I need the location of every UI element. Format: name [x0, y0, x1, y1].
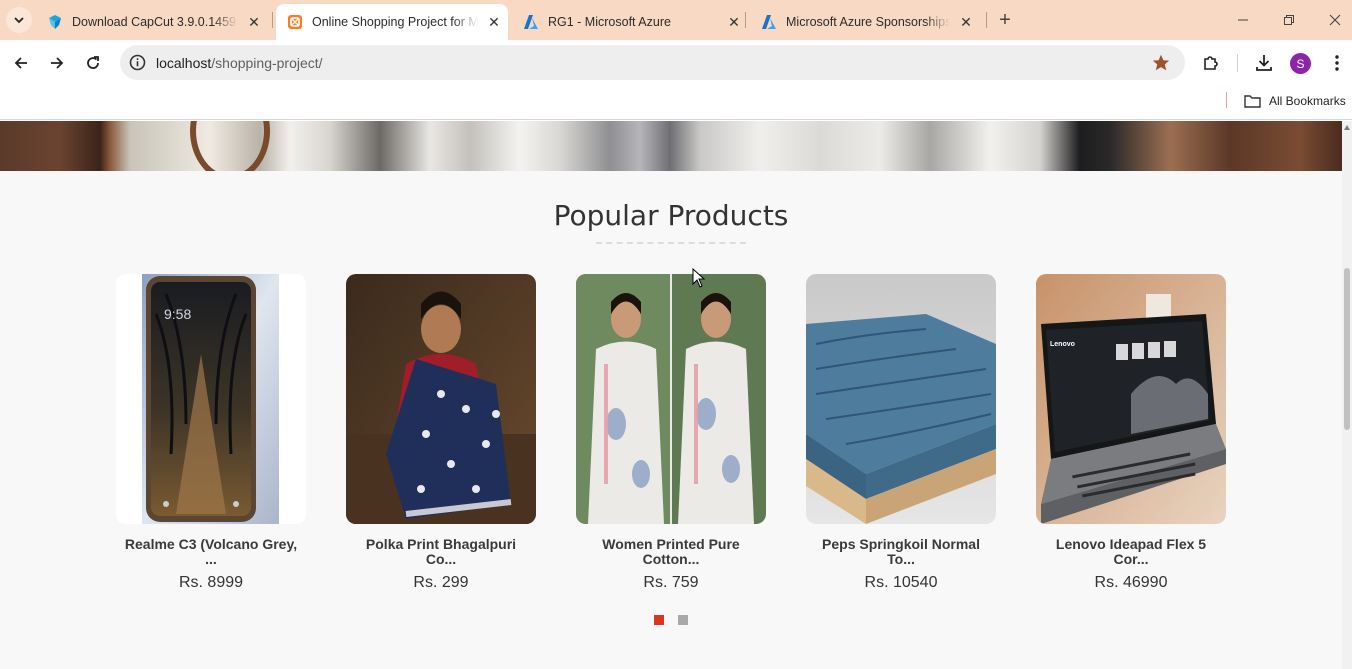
- hero-banner-image: [0, 121, 1342, 171]
- mouse-cursor-icon: [692, 268, 706, 288]
- product-image-saree[interactable]: [346, 274, 536, 524]
- page-scrollbar[interactable]: [1342, 121, 1352, 669]
- svg-text:Lenovo: Lenovo: [1050, 341, 1075, 348]
- tab-rg1-azure[interactable]: RG1 - Microsoft Azure ✕: [508, 4, 744, 40]
- product-name-line: Cotton...: [642, 552, 700, 567]
- product-card[interactable]: 9:58 Realme C3 (Volcano Grey, ... Rs. 89…: [116, 274, 306, 592]
- tab-divider: [986, 12, 987, 28]
- product-price: Rs. 10540: [864, 574, 938, 591]
- product-card[interactable]: Peps Springkoil Normal To... Rs. 10540: [806, 274, 996, 592]
- chevron-down-icon: [14, 17, 24, 24]
- tab-title: Microsoft Azure Sponsorships |: [786, 15, 950, 29]
- azure-icon: [522, 13, 540, 31]
- info-icon[interactable]: [129, 54, 146, 71]
- arrow-right-icon: [51, 57, 64, 69]
- product-name-line: Polka Print Bhagalpuri: [365, 537, 517, 552]
- profile-avatar[interactable]: S: [1290, 53, 1311, 74]
- back-button[interactable]: [9, 51, 33, 75]
- browser-toolbar: localhost/shopping-project/ S: [0, 40, 1352, 86]
- product-card[interactable]: Women Printed Pure Cotton... Rs. 759: [576, 274, 766, 592]
- tab-divider: [272, 12, 273, 28]
- product-image-kurta[interactable]: [576, 274, 766, 524]
- tab-capcut[interactable]: Download CapCut 3.9.0.1459 for ✕: [32, 4, 272, 40]
- downloads-button[interactable]: [1253, 52, 1275, 74]
- tab-search-button[interactable]: [6, 7, 32, 33]
- product-name-line: Women Printed Pure: [602, 537, 740, 552]
- product-name[interactable]: Lenovo Ideapad Flex 5 Cor...: [1036, 537, 1226, 567]
- url-path: /shopping-project/: [211, 55, 323, 71]
- more-vert-icon: [1335, 55, 1339, 71]
- url-host: localhost: [156, 55, 212, 71]
- extensions-button[interactable]: [1200, 52, 1222, 74]
- product-price: Rs. 299: [413, 574, 469, 591]
- capcut-icon: [46, 13, 64, 31]
- tab-shopping-project[interactable]: Online Shopping Project for Mc ✕: [276, 4, 508, 40]
- product-image-phone[interactable]: 9:58: [116, 274, 306, 524]
- xampp-icon: [286, 13, 304, 31]
- tab-title: Online Shopping Project for Mc: [312, 15, 478, 29]
- download-icon: [1256, 55, 1272, 71]
- hero-mirror-shape: [190, 121, 270, 171]
- forward-button[interactable]: [45, 51, 69, 75]
- product-card[interactable]: Lenovo Lenovo Ideapad Flex 5 Cor... Rs. …: [1036, 274, 1226, 592]
- tab-title: Download CapCut 3.9.0.1459 for: [72, 15, 238, 29]
- tab-title: RG1 - Microsoft Azure: [548, 15, 671, 29]
- restore-button[interactable]: [1279, 10, 1299, 30]
- product-price: Rs. 46990: [1094, 574, 1168, 591]
- folder-icon: [1244, 95, 1261, 108]
- product-image-mattress[interactable]: [806, 274, 996, 524]
- close-icon[interactable]: ✕: [486, 14, 502, 30]
- product-name-line: To...: [887, 552, 915, 567]
- carousel-dot-2[interactable]: [678, 615, 688, 625]
- product-name-line: Realme C3 (Volcano Grey,: [124, 537, 298, 552]
- scroll-up-arrow-icon[interactable]: [1344, 125, 1350, 130]
- close-icon[interactable]: ✕: [726, 14, 742, 30]
- tab-azure-sponsorships[interactable]: Microsoft Azure Sponsorships | ✕: [746, 4, 982, 40]
- address-bar[interactable]: localhost/shopping-project/: [120, 45, 1185, 80]
- reload-button[interactable]: [81, 51, 105, 75]
- section-title: Popular Products: [553, 199, 789, 232]
- product-price: Rs. 8999: [178, 574, 244, 591]
- tab-strip: Download CapCut 3.9.0.1459 for ✕ Online …: [0, 0, 1352, 40]
- arrow-left-icon: [14, 57, 27, 69]
- reload-icon: [87, 56, 99, 69]
- azure-icon: [760, 13, 778, 31]
- bookmark-star-icon[interactable]: [1151, 53, 1171, 73]
- svg-text:9:58: 9:58: [164, 306, 191, 322]
- all-bookmarks-button[interactable]: All Bookmarks: [1244, 92, 1346, 110]
- product-name-line: ...: [205, 552, 217, 567]
- product-name-line: Co...: [425, 552, 457, 567]
- product-name-line: Cor...: [1113, 552, 1149, 567]
- minimize-button[interactable]: [1233, 10, 1253, 30]
- product-name[interactable]: Realme C3 (Volcano Grey, ...: [116, 537, 306, 567]
- restore-icon: [1284, 15, 1294, 25]
- product-image-laptop[interactable]: Lenovo: [1036, 274, 1226, 524]
- product-price: Rs. 759: [643, 574, 699, 591]
- bookmarks-divider: [1226, 92, 1227, 108]
- toolbar-divider: [1237, 54, 1238, 72]
- carousel-dot-1[interactable]: [654, 615, 664, 625]
- page-content: Popular Products 9:58 Realme C3 (Volcano…: [0, 121, 1342, 669]
- product-name-line: Lenovo Ideapad Flex 5: [1055, 537, 1207, 552]
- minimize-icon: [1238, 19, 1248, 21]
- carousel-pagination: [654, 615, 688, 625]
- product-card[interactable]: Polka Print Bhagalpuri Co... Rs. 299: [346, 274, 536, 592]
- close-icon: [1329, 14, 1341, 26]
- close-icon[interactable]: ✕: [958, 14, 974, 30]
- product-name[interactable]: Women Printed Pure Cotton...: [576, 537, 766, 567]
- plus-icon: +: [999, 8, 1011, 31]
- product-name[interactable]: Peps Springkoil Normal To...: [806, 537, 996, 567]
- new-tab-button[interactable]: +: [994, 9, 1016, 31]
- product-name[interactable]: Polka Print Bhagalpuri Co...: [346, 537, 536, 567]
- scrollbar-thumb[interactable]: [1344, 268, 1350, 430]
- close-window-button[interactable]: [1325, 10, 1345, 30]
- product-name-line: Peps Springkoil Normal: [822, 537, 980, 552]
- all-bookmarks-label: All Bookmarks: [1269, 94, 1346, 108]
- title-underline: [596, 242, 746, 244]
- bookmarks-bar: All Bookmarks: [0, 86, 1352, 120]
- puzzle-icon: [1204, 56, 1218, 70]
- menu-button[interactable]: [1326, 52, 1348, 74]
- close-icon[interactable]: ✕: [246, 14, 262, 30]
- url-text[interactable]: localhost/shopping-project/: [156, 55, 323, 71]
